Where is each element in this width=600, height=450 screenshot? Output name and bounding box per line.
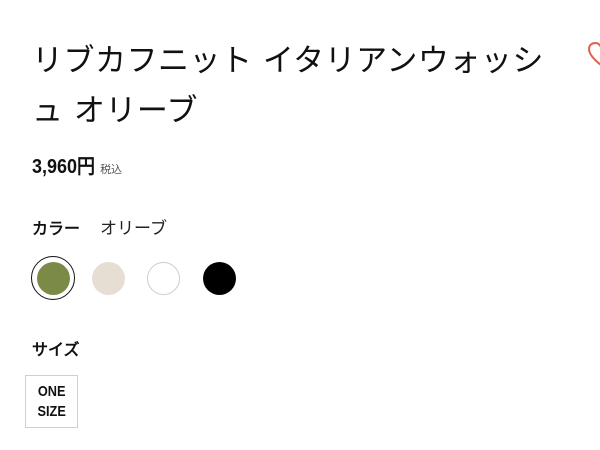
selected-color: オリーブ [100,219,167,239]
product-title: リブカフニット イタリアンウォッシュ オリーブ [32,43,544,129]
color-label: カラー [32,219,81,238]
size-option-label: ONE SIZE [37,382,66,420]
product-detail: リブカフニット イタリアンウォッシュ オリーブ 3,960円 税込 カラー オリ… [0,0,600,450]
swatch-black[interactable] [203,261,236,295]
swatch-beige[interactable] [92,261,125,295]
size-label: サイズ [32,340,80,359]
heart-icon[interactable] [588,42,600,68]
price: 3,960円 [32,156,96,178]
tax-note: 税込 [100,163,123,176]
color-row: カラー オリーブ [32,214,167,239]
size-option-one-size[interactable]: ONE SIZE [25,375,78,428]
swatch-olive[interactable] [36,261,70,295]
price-row: 3,960円 税込 [32,150,122,179]
swatch-white[interactable] [147,261,180,295]
